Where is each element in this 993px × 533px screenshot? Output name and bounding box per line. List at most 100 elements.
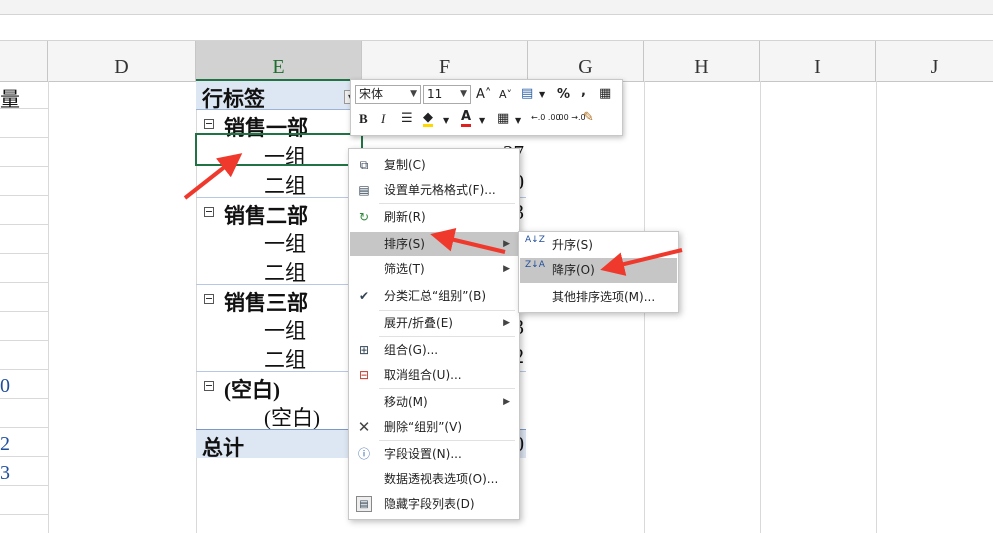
sort-descending-icon: Z↓A: [525, 260, 545, 270]
menu-item-label: 复制(C): [384, 158, 426, 172]
row-line: [0, 137, 48, 138]
menu-item-label: 设置单元格格式(F)...: [384, 183, 496, 197]
menu-item-format-cells[interactable]: ▤ 设置单元格格式(F)...: [350, 178, 518, 202]
ribbon-edge: [0, 0, 993, 15]
chevron-down-icon: ▼: [460, 89, 467, 99]
menu-item-label: 移动(M): [384, 395, 428, 409]
format-painter-icon[interactable]: ✎: [583, 110, 594, 126]
chevron-down-icon[interactable]: ▼: [479, 113, 485, 129]
align-center-icon[interactable]: ☰: [401, 111, 413, 127]
menu-item-sort-descending[interactable]: Z↓A 降序(O): [520, 258, 677, 283]
column-header-i[interactable]: I: [760, 41, 876, 81]
cell-fragment-header: 量: [0, 89, 20, 111]
pivot-item-label: 二组: [264, 348, 306, 372]
cell-fragment-number: 2: [0, 433, 10, 455]
menu-item-sort-ascending[interactable]: A↓Z 升序(S): [520, 233, 677, 258]
collapse-icon[interactable]: [204, 381, 214, 391]
collapse-icon[interactable]: [204, 294, 214, 304]
column-header-j[interactable]: J: [876, 41, 993, 81]
pivot-item-label: (空白): [264, 406, 320, 430]
decrease-decimal-icon[interactable]: .00 →.0: [556, 113, 586, 122]
menu-separator: [379, 388, 515, 389]
menu-item-sort[interactable]: 排序(S) ▶: [350, 232, 518, 256]
row-line: [0, 485, 48, 486]
row-line: [0, 166, 48, 167]
checkmark-icon: ✔: [358, 289, 370, 303]
chevron-down-icon[interactable]: ▼: [515, 113, 521, 129]
cell-fragment-number: 3: [0, 462, 10, 484]
menu-item-pivot-options[interactable]: 数据透视表选项(O)...: [350, 467, 518, 491]
submenu-arrow-icon: ▶: [503, 318, 510, 328]
font-name-value: 宋体: [359, 87, 384, 101]
comma-icon[interactable]: ,: [581, 84, 586, 100]
menu-separator: [379, 336, 515, 337]
menu-item-move[interactable]: 移动(M) ▶: [350, 390, 518, 414]
mini-toolbar: 宋体 ▼ 11 ▼ A˄ A˅ ▤ ▼ % , ▦ B I ☰ ◆ ▼ A ▼ …: [350, 79, 623, 136]
cell-style-icon[interactable]: ▤: [521, 86, 533, 102]
row-line: [0, 427, 48, 428]
delete-x-icon: ✕: [357, 418, 371, 436]
menu-item-label: 其他排序选项(M)...: [552, 290, 656, 304]
menu-item-subtotal[interactable]: ✔ 分类汇总“组别”(B): [350, 284, 518, 308]
font-name-select[interactable]: 宋体 ▼: [355, 85, 421, 104]
column-headers: D E F G H I J: [0, 41, 993, 82]
selected-cell[interactable]: [195, 133, 363, 166]
menu-item-label: 降序(O): [552, 263, 595, 277]
column-header-d[interactable]: D: [48, 41, 196, 81]
menu-item-filter[interactable]: 筛选(T) ▶: [350, 257, 518, 281]
submenu-arrow-icon: ▶: [503, 264, 510, 274]
group-icon: ⊞: [358, 343, 370, 357]
bold-icon[interactable]: B: [359, 111, 368, 127]
ungroup-icon: ⊟: [358, 368, 370, 382]
chevron-down-icon[interactable]: ▼: [443, 113, 449, 129]
pivot-total-label: 总计: [202, 436, 244, 460]
font-color-icon[interactable]: A: [461, 110, 472, 127]
column-header-c[interactable]: [0, 41, 48, 81]
format-table-icon[interactable]: ▦: [599, 86, 611, 102]
menu-item-copy[interactable]: ⧉ 复制(C): [350, 153, 518, 177]
menu-item-field-settings[interactable]: ⓘ 字段设置(N)...: [350, 442, 518, 466]
submenu-arrow-icon: ▶: [503, 239, 510, 249]
collapse-icon[interactable]: [204, 119, 214, 129]
menu-item-group[interactable]: ⊞ 组合(G)...: [350, 338, 518, 362]
shrink-font-icon[interactable]: A˅: [499, 87, 512, 103]
field-settings-icon: ⓘ: [357, 447, 370, 461]
column-header-g[interactable]: G: [528, 41, 644, 81]
fill-color-icon[interactable]: ◆: [423, 111, 433, 127]
pivot-item-label: 一组: [264, 232, 306, 256]
menu-item-label: 取消组合(U)...: [384, 368, 462, 382]
menu-item-hide-field-list[interactable]: ▤ 隐藏字段列表(D): [350, 492, 518, 516]
column-header-e[interactable]: E: [196, 41, 362, 81]
font-size-value: 11: [427, 87, 443, 101]
menu-item-refresh[interactable]: ↻ 刷新(R): [350, 205, 518, 229]
chevron-down-icon[interactable]: ▼: [539, 87, 545, 103]
italic-icon[interactable]: I: [381, 111, 385, 127]
row-line: [0, 340, 48, 341]
refresh-icon: ↻: [358, 210, 370, 224]
pivot-item-label: 二组: [264, 261, 306, 285]
grow-font-icon[interactable]: A˄: [476, 87, 491, 103]
menu-item-more-sort-options[interactable]: 其他排序选项(M)...: [520, 285, 677, 310]
context-menu: ⧉ 复制(C) ▤ 设置单元格格式(F)... ↻ 刷新(R) 排序(S) ▶ …: [348, 148, 520, 520]
menu-item-label: 刷新(R): [384, 210, 426, 224]
menu-item-remove[interactable]: ✕ 删除“组别”(V): [350, 415, 518, 439]
percent-icon[interactable]: %: [557, 87, 570, 103]
borders-icon[interactable]: ▦: [497, 111, 509, 127]
row-line: [0, 311, 48, 312]
menu-item-label: 隐藏字段列表(D): [384, 497, 475, 511]
font-size-select[interactable]: 11 ▼: [423, 85, 471, 104]
collapse-icon[interactable]: [204, 207, 214, 217]
format-cells-icon: ▤: [358, 183, 370, 197]
menu-item-expand-collapse[interactable]: 展开/折叠(E) ▶: [350, 311, 518, 335]
grid-line: [760, 81, 761, 533]
menu-item-label: 升序(S): [552, 238, 593, 252]
menu-item-ungroup[interactable]: ⊟ 取消组合(U)...: [350, 363, 518, 387]
row-line: [0, 253, 48, 254]
grid-line: [876, 81, 877, 533]
column-header-h[interactable]: H: [644, 41, 760, 81]
row-line: [0, 514, 48, 515]
menu-item-label: 筛选(T): [384, 262, 425, 276]
menu-item-label: 排序(S): [384, 237, 425, 251]
column-header-f[interactable]: F: [362, 41, 528, 81]
submenu-arrow-icon: ▶: [503, 397, 510, 407]
